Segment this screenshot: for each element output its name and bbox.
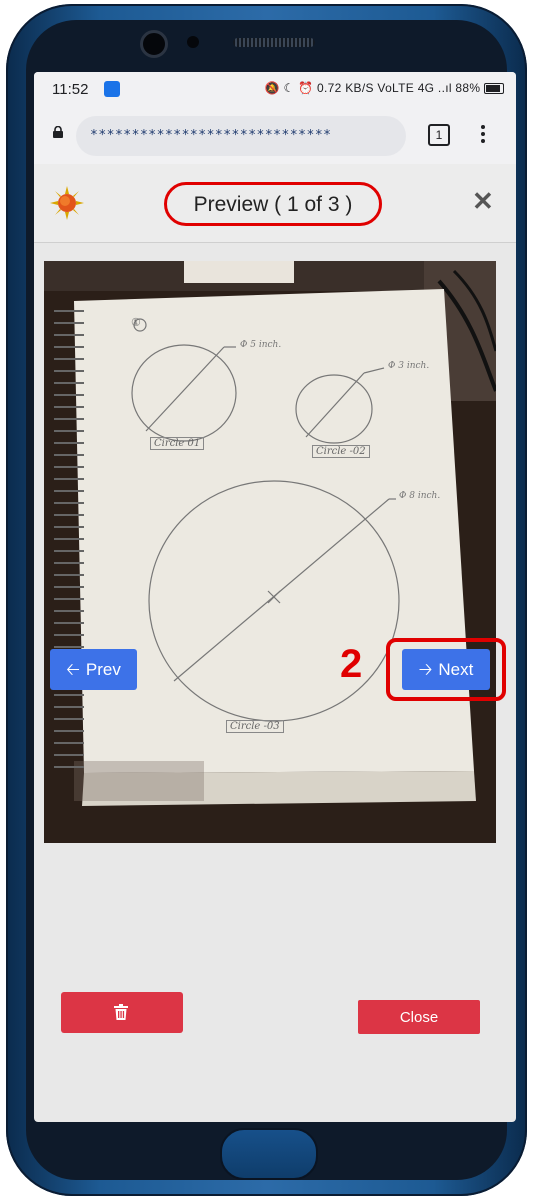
trash-icon xyxy=(114,1004,128,1020)
next-label: Next xyxy=(438,659,474,679)
url-text: ***************************** xyxy=(90,128,332,143)
photo-circle-label: Circle -03 xyxy=(226,720,284,733)
proximity-sensor xyxy=(187,36,199,48)
prev-label: Prev xyxy=(85,659,121,679)
close-icon[interactable]: ✕ xyxy=(472,188,494,214)
battery-icon xyxy=(484,83,504,95)
close-button[interactable]: Close xyxy=(358,1000,480,1034)
menu-dot-icon xyxy=(481,132,485,136)
status-indicator-text: 🔕 ☾ ⏰ 0.72 KB/S VoLTE 4G ..ıl 88% xyxy=(264,81,481,95)
notification-app-icon xyxy=(104,81,120,97)
browser-toolbar: ***************************** 1 xyxy=(34,108,516,164)
menu-dot-icon xyxy=(481,125,485,129)
next-button[interactable]: 🡢 Next xyxy=(402,649,490,690)
menu-dot-icon xyxy=(481,139,485,143)
photo-annotation: Φ 5 inch. xyxy=(240,340,282,350)
address-bar[interactable]: ***************************** xyxy=(76,116,406,156)
delete-button[interactable] xyxy=(61,992,183,1033)
status-indicators: 🔕 ☾ ⏰ 0.72 KB/S VoLTE 4G ..ıl 88% xyxy=(265,81,504,95)
arrow-left-icon: 🡠 xyxy=(66,660,80,679)
lock-icon xyxy=(53,126,63,138)
tab-switcher-button[interactable]: 1 xyxy=(428,124,450,146)
status-bar: 11:52 🔕 ☾ ⏰ 0.72 KB/S VoLTE 4G ..ıl 88% xyxy=(34,72,516,108)
home-button[interactable] xyxy=(220,1128,318,1180)
preview-modal-header: Preview ( 1 of 3 ) ✕ xyxy=(34,164,516,243)
prev-button[interactable]: 🡠 Prev xyxy=(50,649,137,690)
photo-circle-label: Circle 01 xyxy=(150,437,205,450)
arrow-right-icon: 🡢 xyxy=(418,660,433,679)
sun-icon xyxy=(50,186,84,220)
screen: 11:52 🔕 ☾ ⏰ 0.72 KB/S VoLTE 4G ..ıl 88% … xyxy=(34,72,516,1122)
step-number: 2 xyxy=(340,642,363,686)
title-highlight: Preview ( 1 of 3 ) xyxy=(164,182,382,226)
photo-circle-label: Circle -02 xyxy=(312,445,370,458)
photo-annotation: Φ 3 inch. xyxy=(388,361,430,371)
preview-image: ① Φ 5 inch. Φ 3 inch. Φ 8 inch. Circle 0… xyxy=(44,261,496,843)
photo-annotation: Φ 8 inch. xyxy=(399,491,441,501)
earpiece-speaker xyxy=(233,38,315,47)
browser-menu-button[interactable] xyxy=(478,122,488,148)
preview-title: Preview ( 1 of 3 ) xyxy=(193,193,353,216)
status-time: 11:52 xyxy=(52,81,89,98)
front-camera xyxy=(140,30,168,58)
photo-page-number: ① xyxy=(131,317,141,329)
